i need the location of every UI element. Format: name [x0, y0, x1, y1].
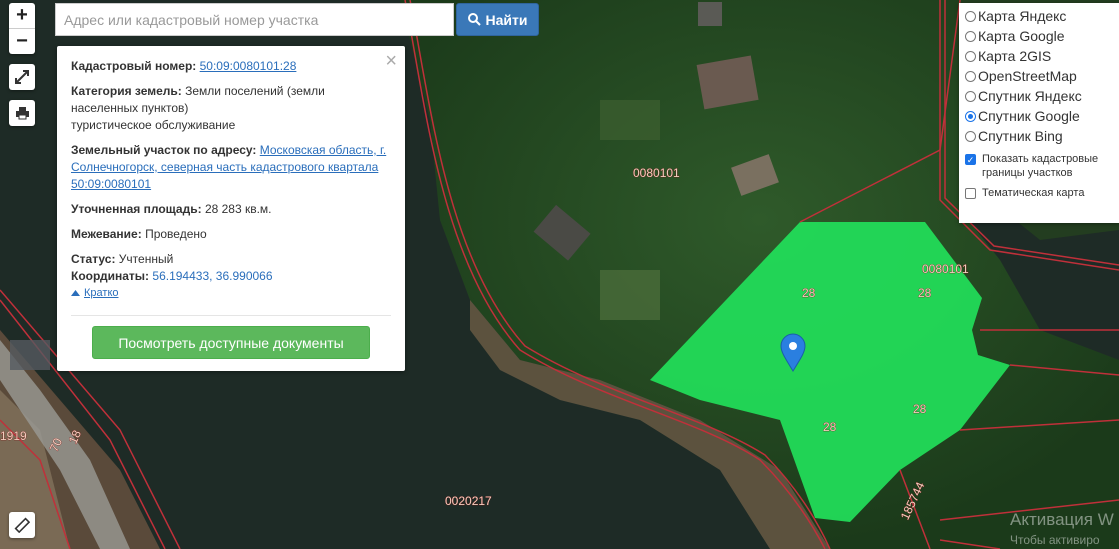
- zoom-in-button[interactable]: +: [9, 3, 35, 28]
- ruler-icon: [14, 517, 30, 533]
- status-value: Учтенный: [118, 252, 174, 266]
- checkbox-icon: [965, 188, 976, 199]
- layer-option-2gis-map[interactable]: Карта 2GIS: [965, 46, 1113, 66]
- search-button-label: Найти: [485, 11, 528, 28]
- coords-value[interactable]: 56.194433, 36.990066: [152, 269, 272, 283]
- close-icon[interactable]: ×: [385, 50, 397, 73]
- radio-icon: [965, 70, 976, 82]
- zoom-out-button[interactable]: −: [9, 28, 35, 54]
- layer-option-google-map[interactable]: Карта Google: [965, 26, 1113, 46]
- address-label: Земельный участок по адресу:: [71, 143, 257, 157]
- activation-watermark-subtext: Чтобы активиро: [1010, 533, 1100, 547]
- survey-value: Проведено: [145, 227, 207, 241]
- map-layers-panel: Карта Яндекс Карта Google Карта 2GIS Ope…: [959, 3, 1119, 223]
- search-icon: [467, 13, 481, 26]
- collapse-toggle-label: Кратко: [84, 287, 119, 299]
- quarter-label-bottom: 0020217: [445, 494, 492, 508]
- view-documents-button[interactable]: Посмотреть доступные документы: [92, 326, 370, 359]
- radio-icon: [965, 90, 976, 102]
- layer-option-yandex-map[interactable]: Карта Яндекс: [965, 6, 1113, 26]
- usage-value: туристическое обслуживание: [71, 118, 236, 132]
- layer-option-bing-satellite[interactable]: Спутник Bing: [965, 126, 1113, 146]
- quarter-label-top: 0080101: [633, 166, 680, 180]
- zoom-control: + −: [9, 3, 35, 54]
- thematic-map-checkbox[interactable]: Тематическая карта: [965, 186, 1113, 200]
- printer-icon: [15, 107, 29, 120]
- fullscreen-button[interactable]: [9, 64, 35, 90]
- cadastral-number-label: Кадастровый номер:: [71, 59, 197, 73]
- checkbox-checked-icon: ✓: [965, 154, 976, 165]
- parcel-label: 28: [918, 286, 932, 300]
- radio-icon: [965, 50, 976, 62]
- status-label: Статус:: [71, 252, 116, 266]
- parcel-info-popup: × Кадастровый номер: 50:09:0080101:28 Ка…: [57, 46, 405, 371]
- ruler-button[interactable]: [9, 512, 35, 538]
- parcel-label: 1919: [0, 429, 27, 443]
- survey-label: Межевание:: [71, 227, 142, 241]
- cadastral-number-link[interactable]: 50:09:0080101:28: [200, 59, 297, 73]
- show-cadastral-borders-checkbox[interactable]: ✓ Показать кадастровые границы участков: [965, 152, 1113, 180]
- radio-icon: [965, 30, 976, 42]
- category-label: Категория земель:: [71, 84, 182, 98]
- activation-watermark: Активация W: [1010, 510, 1114, 529]
- search-input[interactable]: [55, 3, 454, 36]
- layer-option-yandex-satellite[interactable]: Спутник Яндекс: [965, 86, 1113, 106]
- area-value: 28 283 кв.м.: [204, 202, 272, 216]
- radio-icon: [965, 130, 976, 142]
- layer-option-osm[interactable]: OpenStreetMap: [965, 66, 1113, 86]
- area-label: Уточненная площадь:: [71, 202, 202, 216]
- collapse-toggle[interactable]: Кратко: [71, 287, 391, 299]
- divider: [71, 315, 391, 316]
- search-button[interactable]: Найти: [456, 3, 539, 36]
- expand-icon: [15, 70, 29, 84]
- quarter-label-right: 0080101: [922, 262, 969, 276]
- parcel-label: 28: [823, 420, 837, 434]
- print-button[interactable]: [9, 100, 35, 126]
- coords-label: Координаты:: [71, 269, 150, 283]
- parcel-label: 28: [802, 286, 816, 300]
- parcel-label: 28: [913, 402, 927, 416]
- radio-selected-icon: [965, 110, 976, 122]
- layer-option-google-satellite[interactable]: Спутник Google: [965, 106, 1113, 126]
- caret-up-icon: [71, 290, 80, 296]
- radio-icon: [965, 10, 976, 22]
